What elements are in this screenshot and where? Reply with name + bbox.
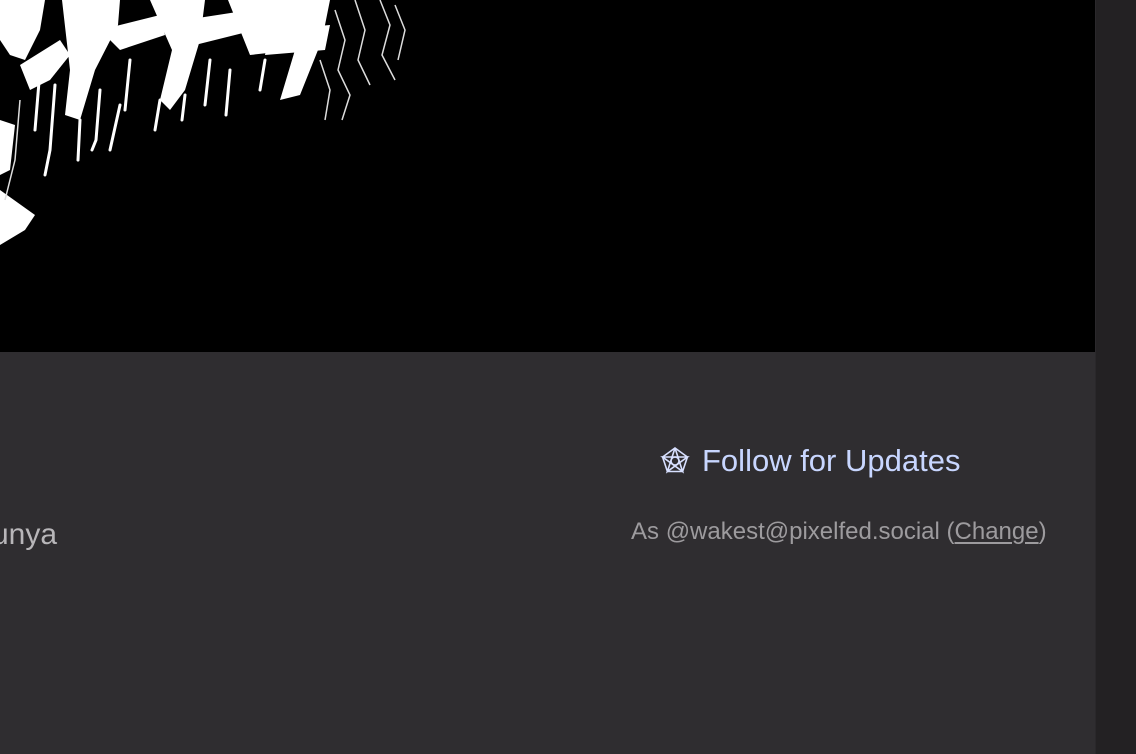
artist-name: unya [0,518,58,551]
page: unya Follow for Updates As @wakest@pixel… [0,0,1136,754]
main-content: unya Follow for Updates As @wakest@pixel… [0,0,1095,754]
close-paren: ) [1038,518,1047,545]
right-gutter [1095,0,1136,754]
fediverse-pentagram-icon [660,446,690,476]
follow-account-line: As @wakest@pixelfed.social (Change) [631,518,1047,546]
open-paren: ( [939,518,955,545]
banner-artwork [0,0,1095,352]
follow-button-label: Follow for Updates [702,443,961,478]
account-handle: @wakest@pixelfed.social [665,518,940,545]
follow-for-updates-button[interactable]: Follow for Updates [660,438,960,484]
release-banner-image [0,0,1095,352]
account-prefix: As [631,518,666,545]
change-account-link[interactable]: Change [955,518,1039,545]
